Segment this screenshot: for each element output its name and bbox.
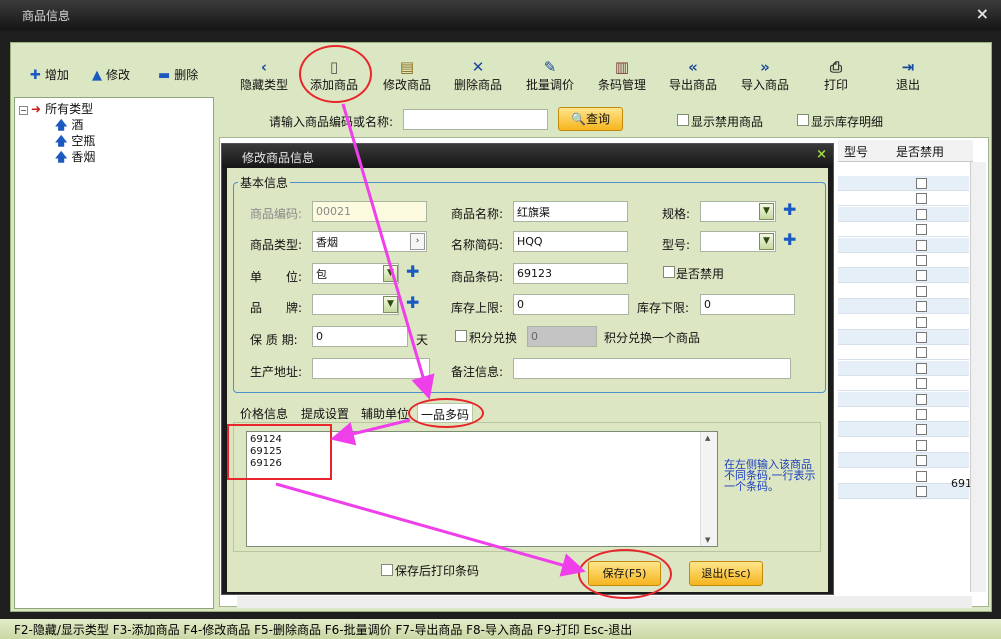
annotation-arrows bbox=[275, 103, 586, 577]
arrow-to-save-button bbox=[275, 482, 586, 577]
arrow-to-multi-barcode-tab bbox=[341, 103, 435, 400]
arrow-to-barcode-list bbox=[330, 418, 411, 446]
